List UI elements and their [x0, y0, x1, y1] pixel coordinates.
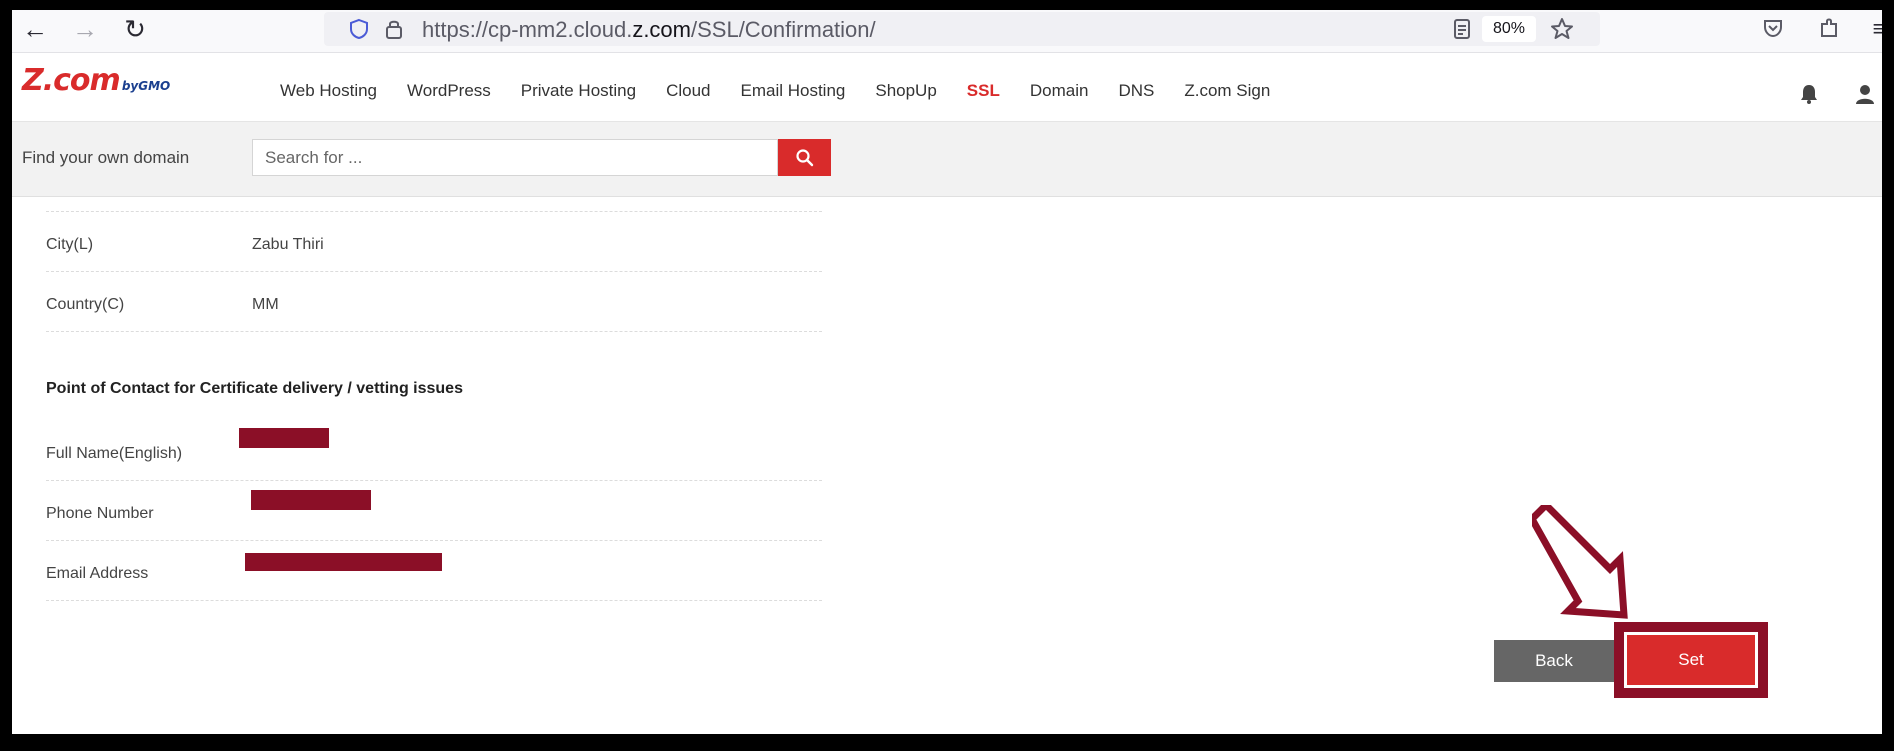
domain-search-input[interactable]	[252, 139, 778, 176]
email-address-row: Email Address	[46, 541, 822, 601]
forward-arrow-icon[interactable]: →	[68, 12, 102, 46]
main-nav: Web Hosting WordPress Private Hosting Cloud…	[280, 81, 1300, 101]
country-label: Country(C)	[46, 296, 125, 313]
menu-icon[interactable]: ≡	[1862, 12, 1882, 46]
url-bar[interactable]: https://cp-mm2.cloud.z.com/SSL/Confirmat…	[324, 12, 1600, 46]
email-address-label: Email Address	[46, 565, 149, 582]
user-account-icon[interactable]	[1854, 83, 1876, 105]
redaction-bar-full-name	[239, 428, 329, 448]
nav-item-dns[interactable]: DNS	[1118, 81, 1154, 101]
redaction-bar-phone	[251, 490, 371, 510]
nav-item-ssl[interactable]: SSL	[967, 81, 1000, 101]
phone-number-row: Phone Number	[46, 481, 822, 541]
nav-item-web-hosting[interactable]: Web Hosting	[280, 81, 377, 101]
contact-section-title: Point of Contact for Certificate deliver…	[46, 380, 463, 397]
full-name-row: Full Name(English)	[46, 421, 822, 481]
reload-icon[interactable]: ↻	[118, 12, 152, 46]
domain-search-bar: Find your own domain	[12, 122, 1882, 197]
nav-item-private-hosting[interactable]: Private Hosting	[521, 81, 636, 101]
bookmark-star-icon[interactable]	[1550, 17, 1574, 41]
country-value: MM	[252, 296, 279, 313]
lock-icon[interactable]	[384, 18, 404, 40]
nav-item-shopup[interactable]: ShopUp	[875, 81, 936, 101]
set-button-highlight-frame: Set	[1614, 622, 1768, 698]
phone-number-label: Phone Number	[46, 505, 154, 522]
browser-toolbar: ← → ↻ https://cp-mm2.cloud.z.com/SSL/Con…	[12, 10, 1882, 53]
zoom-level-badge[interactable]: 80%	[1482, 16, 1536, 42]
reader-view-icon[interactable]	[1452, 18, 1472, 40]
notification-bell-icon[interactable]	[1798, 83, 1820, 105]
domain-search-label: Find your own domain	[22, 148, 190, 167]
city-value: Zabu Thiri	[252, 236, 324, 253]
back-button[interactable]: Back	[1494, 640, 1614, 682]
search-icon	[795, 148, 813, 166]
pocket-icon[interactable]	[1762, 17, 1784, 39]
domain-search-button[interactable]	[778, 139, 831, 176]
nav-item-email-hosting[interactable]: Email Hosting	[740, 81, 845, 101]
country-row: Country(C) MM	[46, 272, 822, 332]
page-frame: ← → ↻ https://cp-mm2.cloud.z.com/SSL/Con…	[12, 10, 1882, 734]
back-arrow-icon[interactable]: ←	[18, 12, 52, 46]
full-name-label: Full Name(English)	[46, 445, 183, 462]
shield-icon[interactable]	[348, 18, 370, 40]
set-button[interactable]: Set	[1624, 632, 1758, 688]
extensions-icon[interactable]	[1818, 16, 1840, 40]
site-header: Z.com byGMO Web Hosting WordPress Private H…	[12, 53, 1882, 122]
redaction-bar-email	[245, 553, 442, 571]
city-label: City(L)	[46, 236, 94, 253]
nav-item-wordpress[interactable]: WordPress	[407, 81, 491, 101]
zcom-logo[interactable]: Z.com byGMO	[22, 63, 170, 98]
nav-item-domain[interactable]: Domain	[1030, 81, 1089, 101]
nav-item-z-com-sign[interactable]: Z.com Sign	[1184, 81, 1270, 101]
url-text[interactable]: https://cp-mm2.cloud.z.com/SSL/Confirmat…	[422, 17, 876, 43]
annotation-arrow-icon	[1532, 505, 1628, 619]
nav-item-cloud[interactable]: Cloud	[666, 81, 710, 101]
city-row: City(L) Zabu Thiri	[46, 212, 822, 272]
